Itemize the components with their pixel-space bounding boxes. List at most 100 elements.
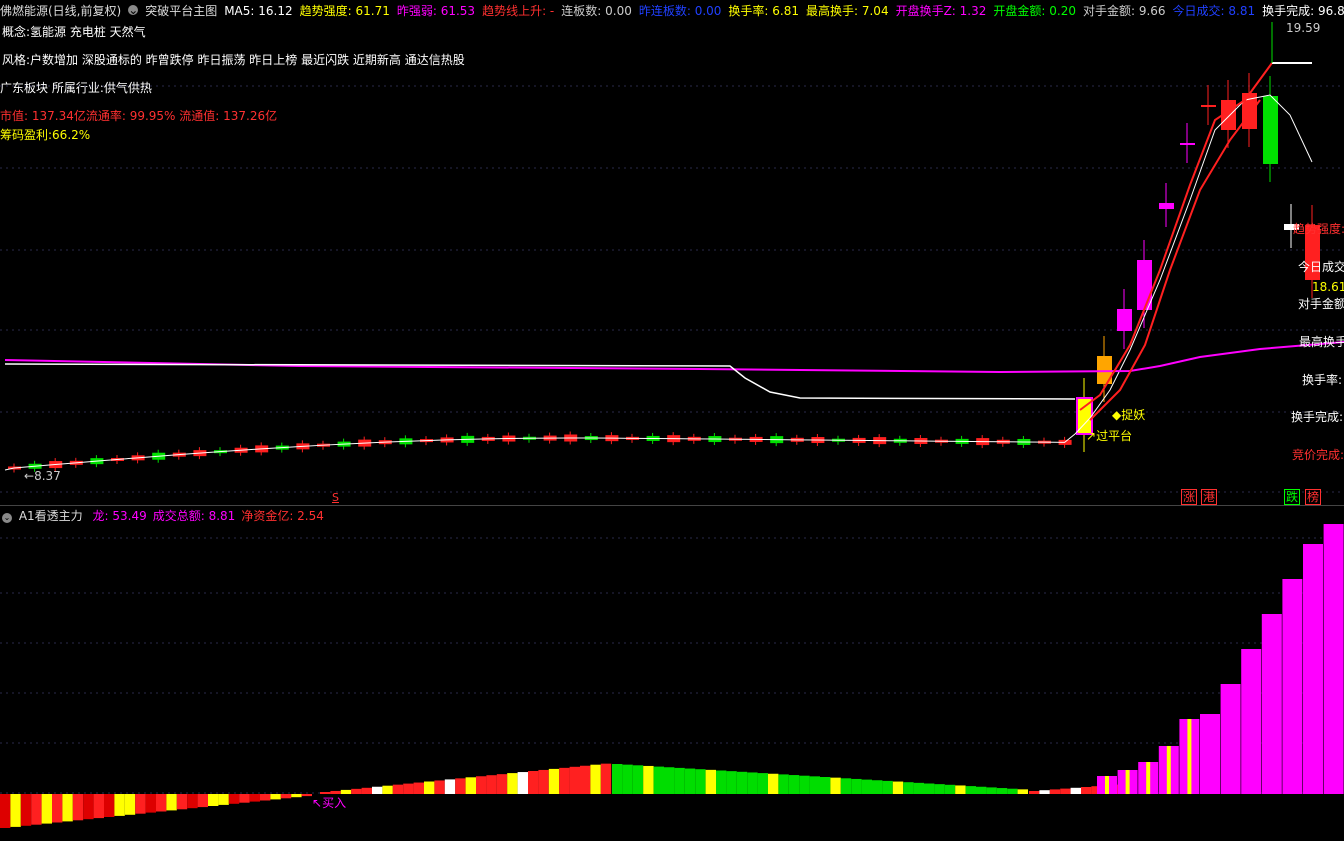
flow-bar — [1081, 787, 1092, 794]
flow-bar — [986, 787, 997, 794]
flow-bar — [1070, 787, 1081, 794]
low-price-label: ←8.37 — [24, 469, 61, 483]
candle-body — [1263, 96, 1278, 164]
flow-bar-marker — [1187, 719, 1192, 794]
flow-bar — [653, 766, 664, 794]
flow-bar — [840, 778, 852, 794]
flow-bar — [548, 768, 560, 794]
flow-bar — [684, 768, 696, 794]
flow-bar — [270, 794, 281, 800]
event-tag[interactable]: 跌 — [1284, 489, 1301, 505]
flow-bar — [913, 782, 924, 794]
flow-bar — [747, 772, 758, 794]
flow-bar — [809, 776, 820, 794]
flow-bar — [674, 767, 685, 794]
flow-bar — [924, 783, 935, 794]
flow-bar — [104, 794, 115, 817]
flow-bar — [726, 771, 737, 794]
flow-bar — [1060, 788, 1071, 794]
flow-bar — [20, 794, 32, 826]
flow-bar — [996, 788, 1008, 794]
s-marker: S — [332, 491, 339, 504]
flow-bar — [208, 794, 219, 806]
right-side-label: 竞价完成: — [1292, 448, 1344, 462]
flow-bar-marker — [1166, 746, 1171, 794]
flow-bar — [955, 785, 966, 794]
flow-bar — [965, 786, 976, 794]
flow-bar — [291, 794, 302, 798]
flow-bar — [590, 764, 601, 794]
flow-bar-marker — [1125, 770, 1130, 794]
flow-bar — [538, 769, 549, 794]
flow-bar — [72, 794, 84, 821]
event-tag[interactable]: 港 — [1201, 489, 1218, 505]
flow-bar — [0, 794, 11, 828]
candlestick-chart[interactable] — [0, 0, 1344, 506]
flow-bar — [351, 788, 362, 794]
flow-bar — [382, 785, 393, 794]
flow-bar — [1017, 789, 1028, 794]
flow-bar — [486, 775, 497, 794]
flow-bar — [600, 763, 612, 794]
flow-bar — [424, 781, 435, 794]
candle-body — [1180, 143, 1195, 145]
flow-bar — [228, 794, 240, 804]
flow-bar — [93, 794, 104, 819]
flow-bar — [1029, 791, 1040, 794]
flow-bar — [507, 773, 518, 794]
flow-bar — [166, 794, 177, 811]
right-side-label: 换手完成: — [1291, 410, 1344, 424]
flow-bar — [705, 769, 716, 794]
flow-bar — [156, 794, 167, 812]
buy-label: ↖买入 — [312, 796, 347, 810]
right-side-label: 最高换手 — [1299, 335, 1344, 349]
right-side-label: 对手金额 — [1298, 297, 1344, 311]
low-price-value: 8.37 — [34, 469, 61, 483]
flow-bar — [851, 778, 862, 794]
flow-bar — [301, 794, 312, 797]
flow-bar — [934, 784, 945, 794]
flow-bar — [444, 779, 456, 794]
platform-line — [4, 363, 1076, 400]
flow-bar — [632, 765, 644, 794]
flow-bar — [10, 794, 21, 827]
flow-bar — [187, 794, 198, 809]
flow-bar — [872, 780, 883, 794]
flow-bar — [403, 783, 414, 794]
high-price-label: 19.59 — [1286, 21, 1321, 35]
capital-flow-chart[interactable] — [0, 506, 1344, 841]
flow-bar — [218, 794, 229, 805]
flow-bar-marker — [1146, 762, 1151, 794]
flow-bar-strong — [1303, 544, 1323, 794]
flow-bar — [944, 784, 956, 794]
flow-bar — [260, 794, 271, 801]
flow-bar — [799, 775, 810, 794]
flow-bar — [778, 774, 789, 794]
flow-bar — [517, 772, 528, 794]
flow-bar — [612, 764, 623, 794]
flow-bar — [52, 794, 63, 823]
flow-bar — [372, 786, 383, 794]
flow-bar — [41, 794, 52, 824]
flow-bar — [496, 774, 508, 794]
flow-bar-strong — [1261, 614, 1282, 794]
flow-bar — [882, 780, 893, 794]
candle-body — [1201, 105, 1216, 107]
flow-bar-strong — [1220, 684, 1241, 794]
flow-bar — [861, 779, 872, 794]
flow-bar — [830, 777, 841, 794]
right-side-label: 趋势强度: — [1293, 222, 1344, 236]
candle-body — [1137, 260, 1152, 310]
flow-bar — [31, 794, 42, 825]
flow-bar — [413, 782, 424, 794]
flow-bar — [135, 794, 146, 814]
event-tag[interactable]: 榜 — [1305, 489, 1322, 505]
flow-bar — [559, 767, 570, 794]
event-tag[interactable]: 涨 — [1181, 489, 1198, 505]
flow-bar — [280, 794, 292, 799]
right-side-label: 换手率: — [1302, 373, 1343, 387]
flow-bar — [892, 781, 904, 794]
flow-bar — [197, 794, 208, 808]
flow-bar — [62, 794, 73, 822]
breakout-text: 过平台 — [1096, 429, 1133, 443]
